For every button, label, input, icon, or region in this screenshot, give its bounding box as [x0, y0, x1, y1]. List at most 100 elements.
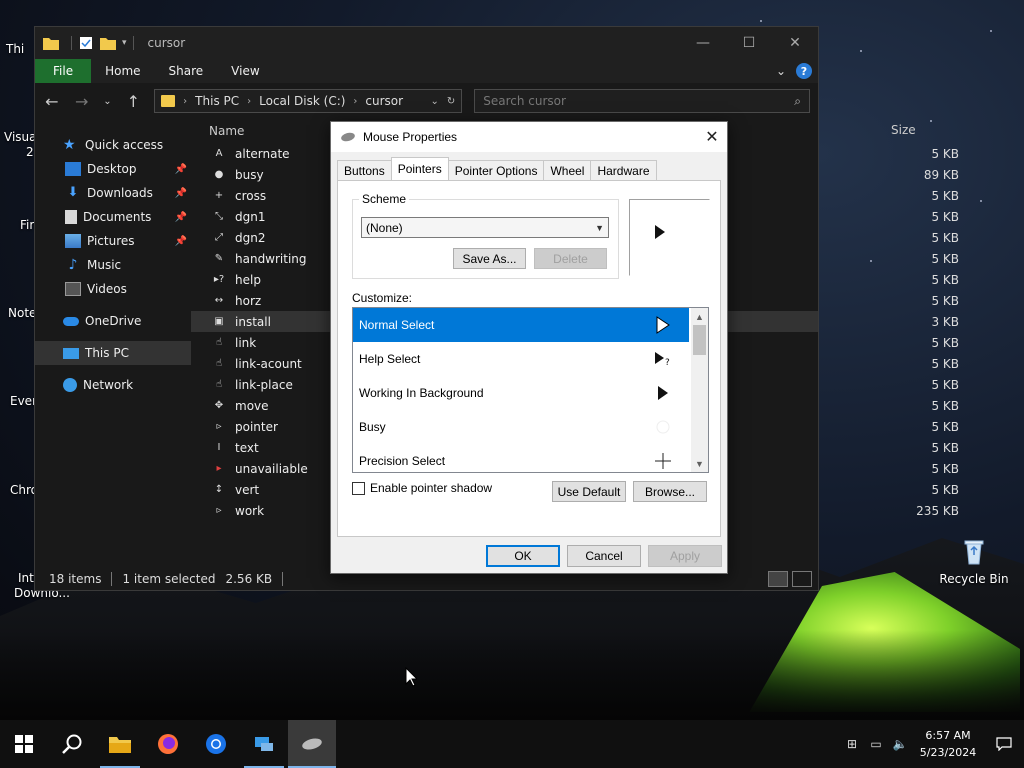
details-view-icon[interactable]	[768, 571, 788, 587]
breadcrumb-cursor[interactable]: cursor	[365, 94, 403, 108]
file-size: 89 KB	[923, 167, 959, 182]
help-cursor-icon: ?	[651, 347, 675, 371]
tab-pointer-options[interactable]: Pointer Options	[447, 160, 545, 180]
desktop-label-everything[interactable]: Ever	[10, 394, 37, 408]
status-selected: 1 item selected	[122, 572, 216, 586]
nav-item-quick-access[interactable]: ★ Quick access	[35, 133, 191, 157]
back-arrow-icon[interactable]: ←	[43, 92, 61, 111]
firefox-taskbar-button[interactable]	[144, 720, 192, 768]
nav-item-music[interactable]: ♪ Music	[35, 253, 191, 277]
nav-item-network[interactable]: Network	[35, 373, 191, 397]
scroll-down-icon[interactable]: ▼	[691, 455, 708, 472]
tab-buttons[interactable]: Buttons	[337, 160, 392, 180]
help-icon[interactable]: ?	[796, 63, 812, 79]
scheme-select[interactable]: (None) ▼	[361, 217, 609, 238]
cursor-file-icon: ●	[214, 169, 224, 180]
file-explorer-taskbar-button[interactable]	[96, 720, 144, 768]
ribbon-tab-share[interactable]: Share	[155, 59, 218, 83]
cursor-item-busy[interactable]: Busy	[353, 410, 689, 444]
address-bar[interactable]: › This PC › Local Disk (C:) › cursor ⌄ ↻	[154, 89, 463, 113]
up-arrow-icon[interactable]: ↑	[124, 92, 142, 111]
arrow-cursor-icon	[651, 313, 675, 337]
enable-pointer-shadow[interactable]: Enable pointer shadow	[352, 481, 492, 495]
cursor-item-help-select[interactable]: Help Select ?	[353, 342, 689, 376]
cursor-file-icon: A	[215, 148, 223, 159]
desktop-label-visual[interactable]: Visua	[4, 130, 37, 144]
save-as-button[interactable]: Save As...	[453, 248, 526, 269]
windows-security-icon[interactable]: ⊞	[840, 720, 864, 768]
scroll-up-icon[interactable]: ▲	[691, 308, 708, 325]
ribbon-tab-home[interactable]: Home	[91, 59, 154, 83]
breadcrumb-this-pc[interactable]: This PC	[195, 94, 239, 108]
nav-item-videos[interactable]: Videos	[35, 277, 191, 301]
desktop-label-internet[interactable]: Int	[18, 571, 34, 585]
chrome-taskbar-button[interactable]	[192, 720, 240, 768]
control-panel-taskbar-button[interactable]	[240, 720, 288, 768]
desktop-label-this-pc[interactable]: Thi	[6, 42, 24, 56]
dialog-close-icon[interactable]: ✕	[697, 127, 727, 147]
recent-locations-chevron-icon[interactable]: ⌄	[103, 96, 113, 107]
mouse-properties-taskbar-button[interactable]	[288, 720, 336, 768]
cancel-button[interactable]: Cancel	[567, 545, 641, 567]
download-icon: ⬇	[67, 185, 79, 200]
browse-button[interactable]: Browse...	[633, 481, 707, 502]
pointer-shadow-checkbox[interactable]	[352, 481, 365, 495]
delete-button[interactable]: Delete	[534, 248, 607, 269]
notifications-button[interactable]	[984, 720, 1024, 768]
properties-icon[interactable]	[78, 36, 94, 50]
network-tray-icon[interactable]: ▭	[864, 720, 888, 768]
clock[interactable]: 6:57 AM 5/23/2024	[912, 727, 984, 761]
cursor-preview	[629, 199, 710, 276]
nav-item-this-pc[interactable]: This PC	[35, 341, 191, 365]
refresh-icon[interactable]: ↻	[447, 96, 455, 107]
search-input[interactable]	[483, 94, 795, 108]
file-size: 5 KB	[931, 482, 959, 497]
cursor-file-icon: ↔	[214, 295, 224, 306]
search-taskbar-button[interactable]	[48, 720, 96, 768]
desktop-label-firefox[interactable]: Fir	[20, 218, 34, 232]
dialog-titlebar[interactable]: Mouse Properties ✕	[331, 122, 727, 152]
use-default-button[interactable]: Use Default	[552, 481, 626, 502]
ribbon-tab-view[interactable]: View	[217, 59, 273, 83]
address-dropdown-icon[interactable]: ⌄	[430, 96, 438, 107]
search-icon[interactable]: ⌕	[794, 94, 801, 109]
nav-item-documents[interactable]: Documents 📌	[35, 205, 191, 229]
recycle-bin[interactable]: Recycle Bin	[934, 536, 1014, 586]
clock-date: 5/23/2024	[919, 746, 977, 759]
close-button[interactable]: ✕	[772, 27, 818, 59]
explorer-titlebar[interactable]: ▾ cursor — ☐ ✕	[35, 27, 818, 59]
start-button[interactable]	[0, 720, 48, 768]
desktop-label-notepad[interactable]: Note	[8, 306, 36, 320]
minimize-button[interactable]: —	[680, 27, 726, 59]
quick-access-toolbar-dropdown-icon[interactable]: ▾	[122, 38, 127, 48]
tab-hardware[interactable]: Hardware	[590, 160, 657, 180]
cursor-list-scroll-thumb[interactable]	[693, 325, 706, 355]
nav-item-onedrive[interactable]: OneDrive	[35, 309, 191, 333]
file-name: alternate	[235, 146, 290, 161]
cursor-item-working-in-background[interactable]: Working In Background	[353, 376, 689, 410]
nav-item-desktop[interactable]: Desktop 📌	[35, 157, 191, 181]
maximize-button[interactable]: ☐	[726, 27, 772, 59]
nav-item-pictures[interactable]: Pictures 📌	[35, 229, 191, 253]
search-box[interactable]: ⌕	[474, 89, 811, 113]
nav-item-downloads[interactable]: ⬇ Downloads 📌	[35, 181, 191, 205]
cursor-list-scrollbar[interactable]: ▲ ▼	[691, 308, 708, 472]
new-folder-icon[interactable]	[100, 36, 116, 50]
expand-ribbon-chevron-icon[interactable]: ⌄	[776, 64, 786, 78]
cursor-item-normal-select[interactable]: Normal Select	[353, 308, 689, 342]
column-header-size[interactable]: Size	[891, 123, 916, 137]
apply-button[interactable]: Apply	[648, 545, 722, 567]
cursor-file-icon: ▣	[214, 316, 224, 327]
desktop-label-visual-2: 2	[26, 145, 34, 159]
tab-wheel[interactable]: Wheel	[543, 160, 592, 180]
volume-muted-icon[interactable]: 🔈	[888, 720, 912, 768]
ok-button[interactable]: OK	[486, 545, 560, 567]
breadcrumb-local-disk[interactable]: Local Disk (C:)	[259, 94, 345, 108]
cursor-item-precision-select[interactable]: Precision Select	[353, 444, 689, 472]
cursor-list[interactable]: Normal Select Help Select ? Working In B…	[352, 307, 709, 473]
large-icons-view-icon[interactable]	[792, 571, 812, 587]
ribbon-tab-file[interactable]: File	[35, 59, 92, 83]
tab-pointers[interactable]: Pointers	[390, 157, 449, 180]
file-name: link-acount	[235, 356, 302, 371]
forward-arrow-icon[interactable]: →	[73, 92, 91, 111]
